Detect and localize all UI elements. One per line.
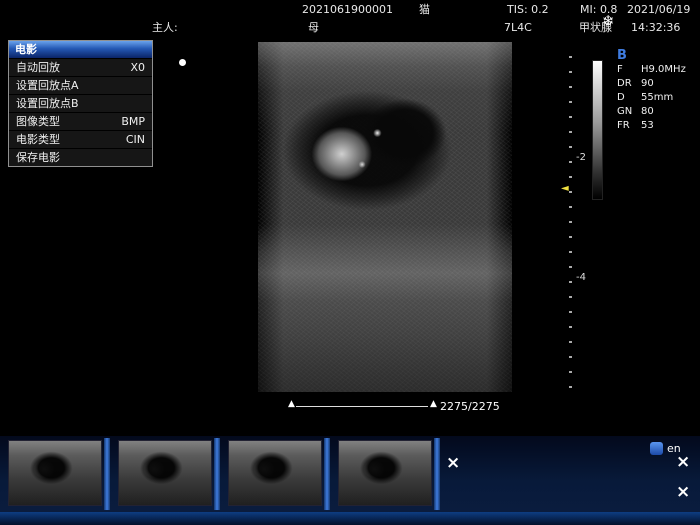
menu-item-value: CIN [126,131,145,148]
param-value: 80 [641,106,654,117]
playback-start-marker-icon: ▲ [288,400,295,409]
menu-item-image-type[interactable]: 图像类型 BMP [9,112,152,130]
param-label: D [617,92,641,103]
param-value: 53 [641,120,654,131]
param-value: 55mm [641,92,673,103]
depth-label-4: -4 [576,272,586,283]
depth-label-2: -2 [576,152,586,163]
menu-item-cine-type[interactable]: 电影类型 CIN [9,130,152,148]
grayscale-bar [592,60,603,200]
frame-counter: 2275/2275 [440,400,500,413]
menu-item-value: X0 [130,59,145,76]
param-depth: D 55mm [617,92,673,103]
param-frame-rate: FR 53 [617,120,654,131]
param-value: H9.0MHz [641,64,686,75]
thumbnail-divider [214,438,220,510]
thumbnail-divider [324,438,330,510]
param-value: 90 [641,78,654,89]
menu-item-set-point-b[interactable]: 设置回放点B [9,94,152,112]
param-label: FR [617,120,641,131]
menu-item-label: 设置回放点B [16,95,79,112]
thumbnail-divider [104,438,110,510]
param-gain: GN 80 [617,106,654,117]
gender-label: 母 [308,22,319,34]
delete-icon[interactable]: × [446,455,460,471]
cine-menu-title: 电影 [9,41,152,58]
thumbnail-1[interactable] [8,440,102,506]
param-dynamic-range: DR 90 [617,78,654,89]
thumbnail-4[interactable] [338,440,432,506]
measurement-cursor-dot [179,59,186,66]
thumbnail-3[interactable] [228,440,322,506]
species-label: 猫 [419,4,430,16]
keyboard-icon [650,442,663,455]
cine-menu: 电影 自动回放 X0 设置回放点A 设置回放点B 图像类型 BMP 电影类型 C… [8,40,153,167]
focus-marker-icon: ◄ [561,184,569,194]
playback-position-marker-icon: ▲ [430,400,437,409]
param-label: F [617,64,641,75]
param-label: GN [617,106,641,117]
close-icon[interactable]: × [676,454,690,470]
param-label: DR [617,78,641,89]
ultrasound-image[interactable] [258,42,512,392]
depth-ruler [569,56,572,388]
menu-item-label: 保存电影 [16,149,60,166]
param-frequency: F H9.0MHz [617,64,686,75]
bottom-status-bar [0,512,700,525]
thumbnail-divider [434,438,440,510]
freeze-icon: ❄ [602,12,615,30]
menu-item-label: 电影类型 [16,131,60,148]
menu-item-auto-playback[interactable]: 自动回放 X0 [9,58,152,76]
tis-value: TIS: 0.2 [507,4,549,16]
close-icon-2[interactable]: × [676,484,690,500]
menu-item-save-cine[interactable]: 保存电影 [9,148,152,166]
playback-progress-bar[interactable] [296,406,428,407]
time-label: 14:32:36 [631,22,680,34]
menu-item-set-point-a[interactable]: 设置回放点A [9,76,152,94]
menu-item-label: 图像类型 [16,113,60,130]
mode-indicator: B [617,48,627,63]
menu-item-value: BMP [121,113,145,130]
patient-id: 2021061900001 [302,4,393,16]
thumbnail-2[interactable] [118,440,212,506]
owner-label: 主人: [152,22,178,34]
menu-item-label: 自动回放 [16,59,60,76]
date-label: 2021/06/19 [627,4,690,16]
probe-label: 7L4C [504,22,532,34]
menu-item-label: 设置回放点A [16,77,79,94]
